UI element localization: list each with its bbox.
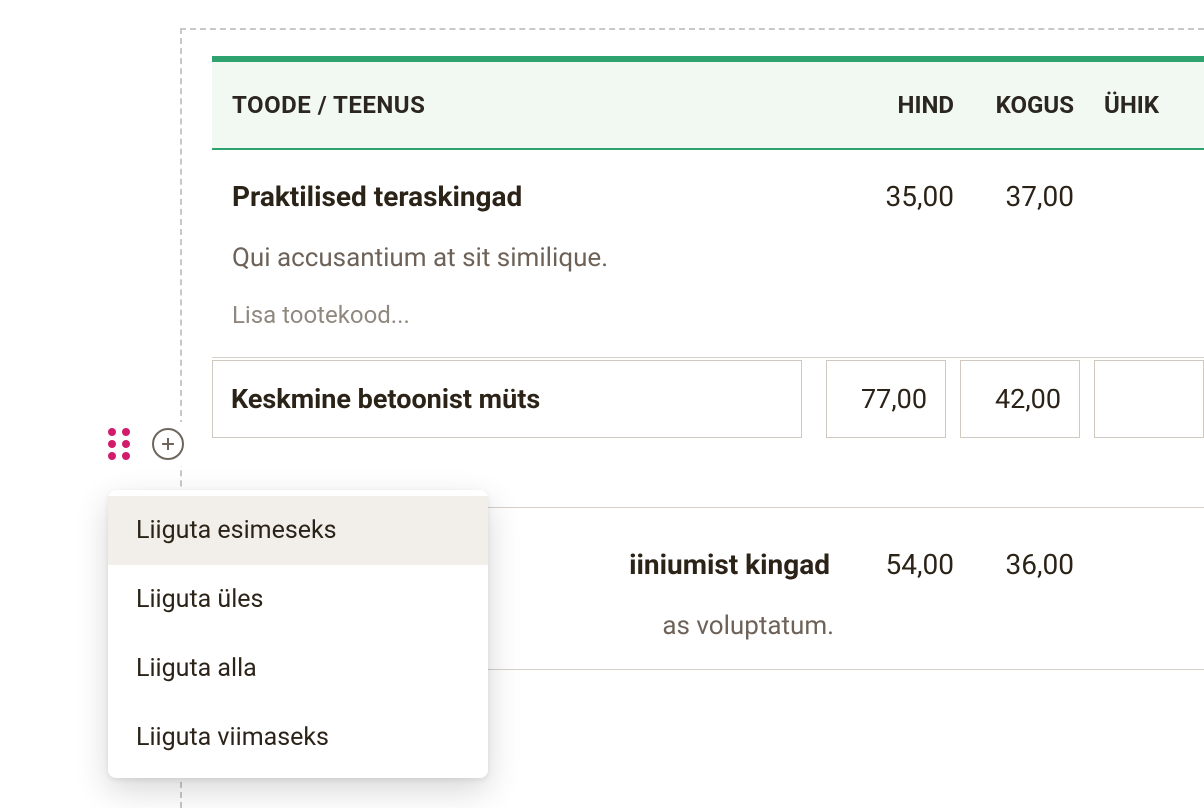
product-name[interactable]: Praktilised teraskingad (232, 180, 834, 213)
table-row[interactable]: Praktilised teraskingad 35,00 37,00 Qui … (212, 150, 1204, 358)
menu-item-move-up[interactable]: Liiguta üles (108, 565, 488, 634)
column-header-price: HIND (834, 91, 954, 119)
product-name-input[interactable]: Keskmine betoonist müts (212, 360, 802, 438)
qty-cell[interactable]: 37,00 (954, 180, 1074, 213)
drag-handle-icon[interactable] (108, 428, 134, 460)
unit-input[interactable] (1094, 360, 1204, 438)
price-cell[interactable]: 54,00 (834, 548, 954, 581)
left-gutter (0, 0, 110, 808)
add-row-button[interactable] (152, 428, 184, 460)
product-code-placeholder[interactable]: Lisa tootekood... (232, 301, 1184, 329)
product-description[interactable]: Qui accusantium at sit similique. (232, 243, 1184, 273)
qty-input[interactable]: 42,00 (960, 360, 1080, 438)
column-header-product: TOODE / TEENUS (232, 91, 834, 119)
price-cell[interactable]: 35,00 (834, 180, 954, 213)
price-input[interactable]: 77,00 (826, 360, 946, 438)
table-row[interactable]: Keskmine betoonist müts 77,00 42,00 (212, 360, 1204, 438)
row-context-menu: Liiguta esimeseks Liiguta üles Liiguta a… (108, 490, 488, 778)
menu-item-move-first[interactable]: Liiguta esimeseks (108, 496, 488, 565)
table-header-row: TOODE / TEENUS HIND KOGUS ÜHIK (212, 62, 1204, 150)
column-header-unit: ÜHIK (1074, 91, 1184, 119)
column-header-qty: KOGUS (954, 91, 1074, 119)
qty-cell[interactable]: 36,00 (954, 548, 1074, 581)
menu-item-move-last[interactable]: Liiguta viimaseks (108, 703, 488, 772)
row-controls (100, 422, 198, 466)
menu-item-move-down[interactable]: Liiguta alla (108, 634, 488, 703)
